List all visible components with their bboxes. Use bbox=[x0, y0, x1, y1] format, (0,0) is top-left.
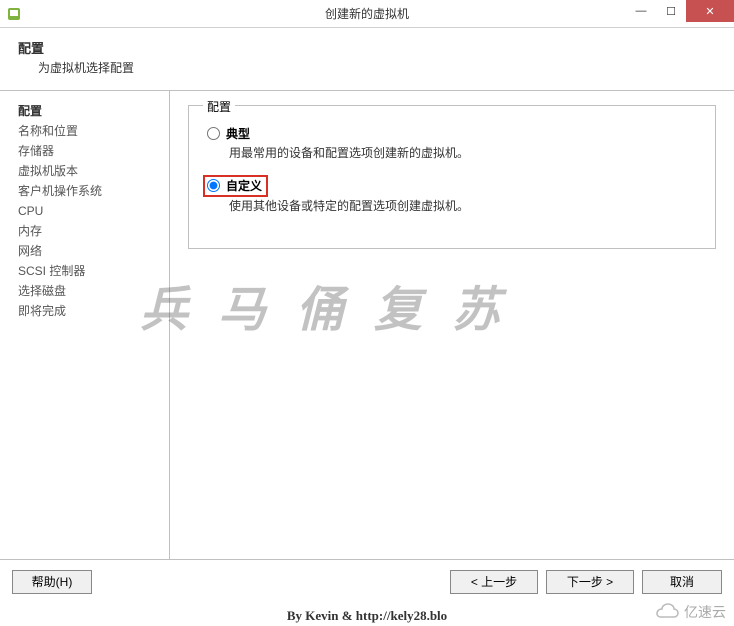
radio-typical[interactable] bbox=[207, 127, 220, 140]
cancel-button[interactable]: 取消 bbox=[642, 570, 722, 594]
sidebar-item-name-location[interactable]: 名称和位置 bbox=[18, 121, 169, 141]
main-area: 配置 名称和位置 存储器 虚拟机版本 客户机操作系统 CPU 内存 网络 SCS… bbox=[0, 91, 734, 559]
radio-custom[interactable] bbox=[207, 179, 220, 192]
page-subtitle: 为虚拟机选择配置 bbox=[38, 59, 716, 76]
cloud-icon bbox=[652, 603, 680, 621]
sidebar-item-config[interactable]: 配置 bbox=[18, 101, 169, 121]
config-fieldset: 配置 典型 用最常用的设备和配置选项创建新的虚拟机。 自定义 使用其他设备或特定… bbox=[188, 105, 716, 249]
titlebar: 创建新的虚拟机 — ☐ ✕ bbox=[0, 0, 734, 28]
corner-logo: 亿速云 bbox=[652, 602, 726, 622]
window-title: 创建新的虚拟机 bbox=[325, 5, 409, 22]
fieldset-legend: 配置 bbox=[203, 98, 235, 115]
corner-logo-text: 亿速云 bbox=[684, 602, 726, 622]
sidebar-item-network[interactable]: 网络 bbox=[18, 241, 169, 261]
radio-custom-desc: 使用其他设备或特定的配置选项创建虚拟机。 bbox=[229, 197, 701, 214]
page-title: 配置 bbox=[18, 38, 716, 57]
radio-option-custom[interactable]: 自定义 bbox=[207, 177, 262, 194]
radio-custom-label: 自定义 bbox=[226, 177, 262, 194]
attribution-text: By Kevin & http://kely28.blo bbox=[287, 608, 447, 624]
sidebar-item-storage[interactable]: 存储器 bbox=[18, 141, 169, 161]
sidebar-item-cpu[interactable]: CPU bbox=[18, 201, 169, 221]
close-button[interactable]: ✕ bbox=[686, 0, 734, 22]
radio-option-custom-highlight: 自定义 bbox=[203, 175, 268, 197]
wizard-steps-sidebar: 配置 名称和位置 存储器 虚拟机版本 客户机操作系统 CPU 内存 网络 SCS… bbox=[0, 91, 170, 559]
wizard-footer: 帮助(H) < 上一步 下一步 > 取消 bbox=[0, 559, 734, 603]
sidebar-item-scsi[interactable]: SCSI 控制器 bbox=[18, 261, 169, 281]
help-button[interactable]: 帮助(H) bbox=[12, 570, 92, 594]
minimize-button[interactable]: — bbox=[626, 0, 656, 22]
sidebar-item-finish[interactable]: 即将完成 bbox=[18, 301, 169, 321]
wizard-content: 配置 典型 用最常用的设备和配置选项创建新的虚拟机。 自定义 使用其他设备或特定… bbox=[170, 91, 734, 559]
back-button[interactable]: < 上一步 bbox=[450, 570, 538, 594]
sidebar-item-vm-version[interactable]: 虚拟机版本 bbox=[18, 161, 169, 181]
sidebar-item-memory[interactable]: 内存 bbox=[18, 221, 169, 241]
next-button[interactable]: 下一步 > bbox=[546, 570, 634, 594]
radio-typical-desc: 用最常用的设备和配置选项创建新的虚拟机。 bbox=[229, 144, 701, 161]
wizard-header: 配置 为虚拟机选择配置 bbox=[0, 28, 734, 91]
radio-typical-label: 典型 bbox=[226, 125, 250, 142]
app-icon bbox=[6, 6, 22, 22]
maximize-button[interactable]: ☐ bbox=[656, 0, 686, 22]
window-controls: — ☐ ✕ bbox=[626, 0, 734, 22]
sidebar-item-disk[interactable]: 选择磁盘 bbox=[18, 281, 169, 301]
sidebar-item-guest-os[interactable]: 客户机操作系统 bbox=[18, 181, 169, 201]
radio-option-typical[interactable]: 典型 bbox=[207, 125, 701, 142]
